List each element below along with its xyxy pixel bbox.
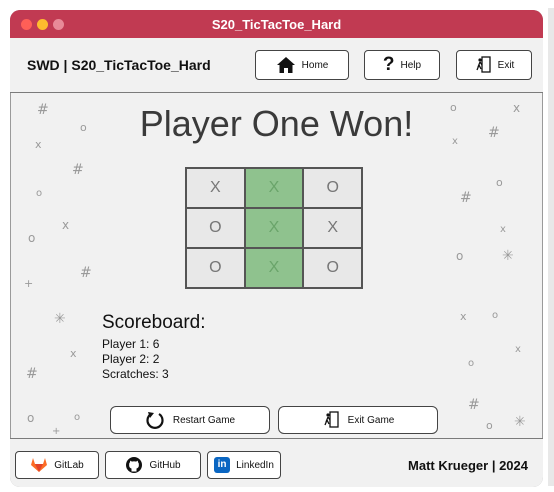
decor-x-mark: x xyxy=(70,347,77,360)
board-cell-7[interactable]: O xyxy=(186,248,245,288)
github-link-button[interactable]: GitHub xyxy=(105,451,201,479)
linkedin-link-button[interactable]: in LinkedIn xyxy=(207,451,281,479)
gitlab-label: GitLab xyxy=(54,459,84,471)
exit-door-icon xyxy=(324,411,339,428)
restart-icon xyxy=(146,412,164,429)
home-icon xyxy=(276,57,295,73)
header-bar: SWD | S20_TicTacToe_Hard Home ? Help Exi… xyxy=(10,38,543,93)
decor-o-mark: o xyxy=(36,188,43,199)
close-window-icon[interactable] xyxy=(21,19,32,30)
decor-o-mark: o xyxy=(28,231,36,245)
decor-o-mark: o xyxy=(496,176,503,189)
exit-game-button[interactable]: Exit Game xyxy=(278,406,438,434)
board-cell-1[interactable]: X xyxy=(186,168,245,208)
decor-o-mark: o xyxy=(74,412,81,423)
restart-game-button[interactable]: Restart Game xyxy=(110,406,270,434)
board-cell-4[interactable]: O xyxy=(186,208,245,248)
exit-button[interactable]: Exit xyxy=(456,50,532,80)
exit-door-icon xyxy=(476,56,491,73)
board-cell-5[interactable]: X xyxy=(244,208,304,248)
game-status-message: Player One Won! xyxy=(139,103,414,144)
decor-asterisk-mark: ✳ xyxy=(502,248,514,264)
scratches-count: Scratches: 3 xyxy=(102,367,169,381)
author-credit: Matt Krueger | 2024 xyxy=(408,458,528,473)
player-two-score: Player 2: 2 xyxy=(102,352,160,366)
board-cell-8[interactable]: X xyxy=(244,248,304,288)
question-mark-icon: ? xyxy=(382,54,395,75)
decor-o-mark: o xyxy=(27,411,35,425)
decor-asterisk-mark: ✳ xyxy=(514,414,526,430)
board-cell-9[interactable]: O xyxy=(303,248,362,288)
board-cell-3[interactable]: O xyxy=(303,168,362,208)
zoom-window-icon[interactable] xyxy=(53,19,64,30)
scoreboard: Scoreboard: Player 1: 6 Player 2: 2 Scra… xyxy=(102,312,206,382)
decor-o-mark: o xyxy=(456,249,464,263)
home-button[interactable]: Home xyxy=(255,50,349,80)
decor-plus-mark: + xyxy=(52,426,61,437)
decor-hash-mark: # xyxy=(72,162,84,178)
minimize-window-icon[interactable] xyxy=(37,19,48,30)
decor-o-mark: o xyxy=(492,310,499,321)
app-title: SWD | S20_TicTacToe_Hard xyxy=(27,57,211,73)
decor-asterisk-mark: ✳ xyxy=(54,311,66,327)
github-icon xyxy=(126,457,143,473)
app-window: S20_TicTacToe_Hard SWD | S20_TicTacToe_H… xyxy=(10,10,543,487)
board-cell-2[interactable]: X xyxy=(244,168,304,208)
player-one-score: Player 1: 6 xyxy=(102,337,160,351)
decor-hash-mark: # xyxy=(460,190,472,206)
decor-plus-mark: + xyxy=(24,277,34,290)
linkedin-icon: in xyxy=(214,457,231,473)
github-label: GitHub xyxy=(149,459,181,471)
decor-o-mark: o xyxy=(468,358,475,369)
decor-x-mark: x xyxy=(62,218,70,232)
linkedin-label: LinkedIn xyxy=(236,459,274,471)
restart-game-label: Restart Game xyxy=(172,414,236,426)
decor-x-mark: x xyxy=(500,224,506,235)
decor-hash-mark: # xyxy=(26,366,38,382)
title-bar[interactable]: S20_TicTacToe_Hard xyxy=(10,10,543,38)
board-cell-6[interactable]: X xyxy=(303,208,362,248)
game-area: # o x # o x o # + ✳ x # o o + o x # x o … xyxy=(10,93,543,438)
gitlab-link-button[interactable]: GitLab xyxy=(15,451,99,479)
decor-o-mark: o xyxy=(486,419,493,432)
decor-x-mark: x xyxy=(515,344,521,355)
footer-bar: GitLab GitHub in LinkedIn Matt Krueger |… xyxy=(10,438,543,487)
exit-game-label: Exit Game xyxy=(347,414,395,426)
decor-x-mark: x xyxy=(460,310,467,323)
game-board: X X O O X X O X O xyxy=(185,167,363,289)
home-button-label: Home xyxy=(301,59,329,71)
decor-hash-mark: # xyxy=(468,397,480,413)
exit-button-label: Exit xyxy=(497,59,515,71)
help-button-label: Help xyxy=(400,59,422,71)
decor-hash-mark: # xyxy=(80,265,92,281)
window-title: S20_TicTacToe_Hard xyxy=(211,16,342,32)
gitlab-icon xyxy=(31,458,48,472)
background-window-edge xyxy=(548,8,554,486)
scoreboard-title: Scoreboard: xyxy=(102,312,206,333)
help-button[interactable]: ? Help xyxy=(364,50,440,80)
